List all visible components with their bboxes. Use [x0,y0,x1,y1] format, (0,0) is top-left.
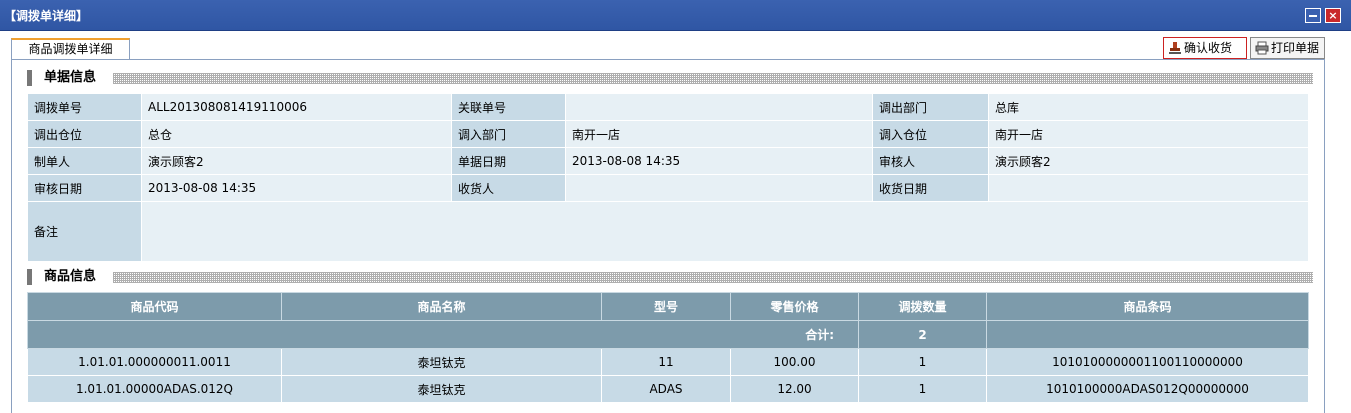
table-cell: 泰坦钛克 [281,348,602,376]
info-label: 收货人 [451,174,566,202]
confirm-receipt-label: 确认收货 [1184,41,1233,55]
remark-value [141,201,1309,262]
table-cell: 1.01.01.000000011.0011 [27,348,282,376]
info-label: 关联单号 [451,93,566,121]
close-icon[interactable]: × [1325,8,1341,23]
stamp-icon [1169,42,1181,54]
section-header-info: 单据信息 [27,70,1313,86]
info-value: 南开一店 [988,120,1309,148]
table-cell: 1 [858,375,987,403]
minimize-icon[interactable] [1305,8,1321,23]
goods-table: 商品代码 商品名称 型号 零售价格 调拨数量 商品条码 合计: 2 1.01.01.00000… [27,292,1309,403]
info-value: 2013-08-08 14:35 [565,147,873,175]
column-header[interactable]: 型号 [601,292,731,321]
remark-row: 备注 [27,201,1309,262]
info-value: 演示顾客2 [988,147,1309,175]
window-titlebar: 【调拨单详细】 × [0,0,1351,31]
summary-quantity: 2 [858,320,987,349]
info-label: 制单人 [27,147,142,175]
column-header[interactable]: 调拨数量 [858,292,987,321]
column-header[interactable]: 零售价格 [730,292,859,321]
info-row: 调出仓位 总仓 调入部门 南开一店 调入仓位 南开一店 [27,120,1309,148]
column-header[interactable]: 商品条码 [986,292,1309,321]
table-row[interactable]: 1.01.01.00000ADAS.012Q 泰坦钛克 ADAS 12.00 1 1010… [27,375,1309,403]
table-row[interactable]: 1.01.01.000000011.0011 泰坦钛克 11 100.00 1 10101… [27,348,1309,376]
info-row: 制单人 演示顾客2 单据日期 2013-08-08 14:35 审核人 演示顾客2 [27,147,1309,175]
table-cell: 1010100000001100110000000 [986,348,1309,376]
table-cell: ADAS [601,375,731,403]
column-header[interactable]: 商品名称 [281,292,602,321]
section-title: 单据信息 [44,70,103,86]
document-info-table: 调拨单号 ALL201308081419110006 关联单号 调出部门 总库 调出仓位总… [27,93,1309,262]
confirm-receipt-button[interactable]: 确认收货 [1163,37,1247,59]
summary-row: 合计: 2 [27,320,1309,349]
window-title: 【调拨单详细】 [4,9,89,23]
section-header-goods: 商品信息 [27,269,1313,285]
print-label: 打印单据 [1271,41,1320,55]
info-value: ALL201308081419110006 [141,93,452,121]
info-label: 调入仓位 [872,120,989,148]
info-value: 演示顾客2 [141,147,452,175]
info-label: 单据日期 [451,147,566,175]
summary-empty [986,320,1309,349]
info-value: 总库 [988,93,1309,121]
remark-label: 备注 [27,201,142,262]
section-title: 商品信息 [44,269,103,285]
info-label: 审核人 [872,147,989,175]
info-row: 审核日期 2013-08-08 14:35 收货人 收货日期 [27,174,1309,202]
info-value: 2013-08-08 14:35 [141,174,452,202]
info-value: 总仓 [141,120,452,148]
column-header[interactable]: 商品代码 [27,292,282,321]
table-cell: 12.00 [730,375,859,403]
info-label: 调拨单号 [27,93,142,121]
table-cell: 11 [601,348,731,376]
printer-icon [1255,41,1269,55]
info-label: 审核日期 [27,174,142,202]
table-cell: 1 [858,348,987,376]
table-cell: 100.00 [730,348,859,376]
table-cell: 1010100000ADAS012Q00000000 [986,375,1309,403]
tab-transfer-detail[interactable]: 商品调拨单详细 [11,38,130,60]
info-label: 调入部门 [451,120,566,148]
table-cell: 1.01.01.00000ADAS.012Q [27,375,282,403]
info-value [565,174,873,202]
info-label: 调出部门 [872,93,989,121]
print-button[interactable]: 打印单据 [1250,37,1325,59]
info-value: 南开一店 [565,120,873,148]
info-value [565,93,873,121]
table-cell: 泰坦钛克 [281,375,602,403]
info-label: 调出仓位 [27,120,142,148]
info-value [988,174,1309,202]
summary-label: 合计: [27,320,859,349]
info-label: 收货日期 [872,174,989,202]
info-row: 调拨单号 ALL201308081419110006 关联单号 调出部门 总库 [27,93,1309,121]
